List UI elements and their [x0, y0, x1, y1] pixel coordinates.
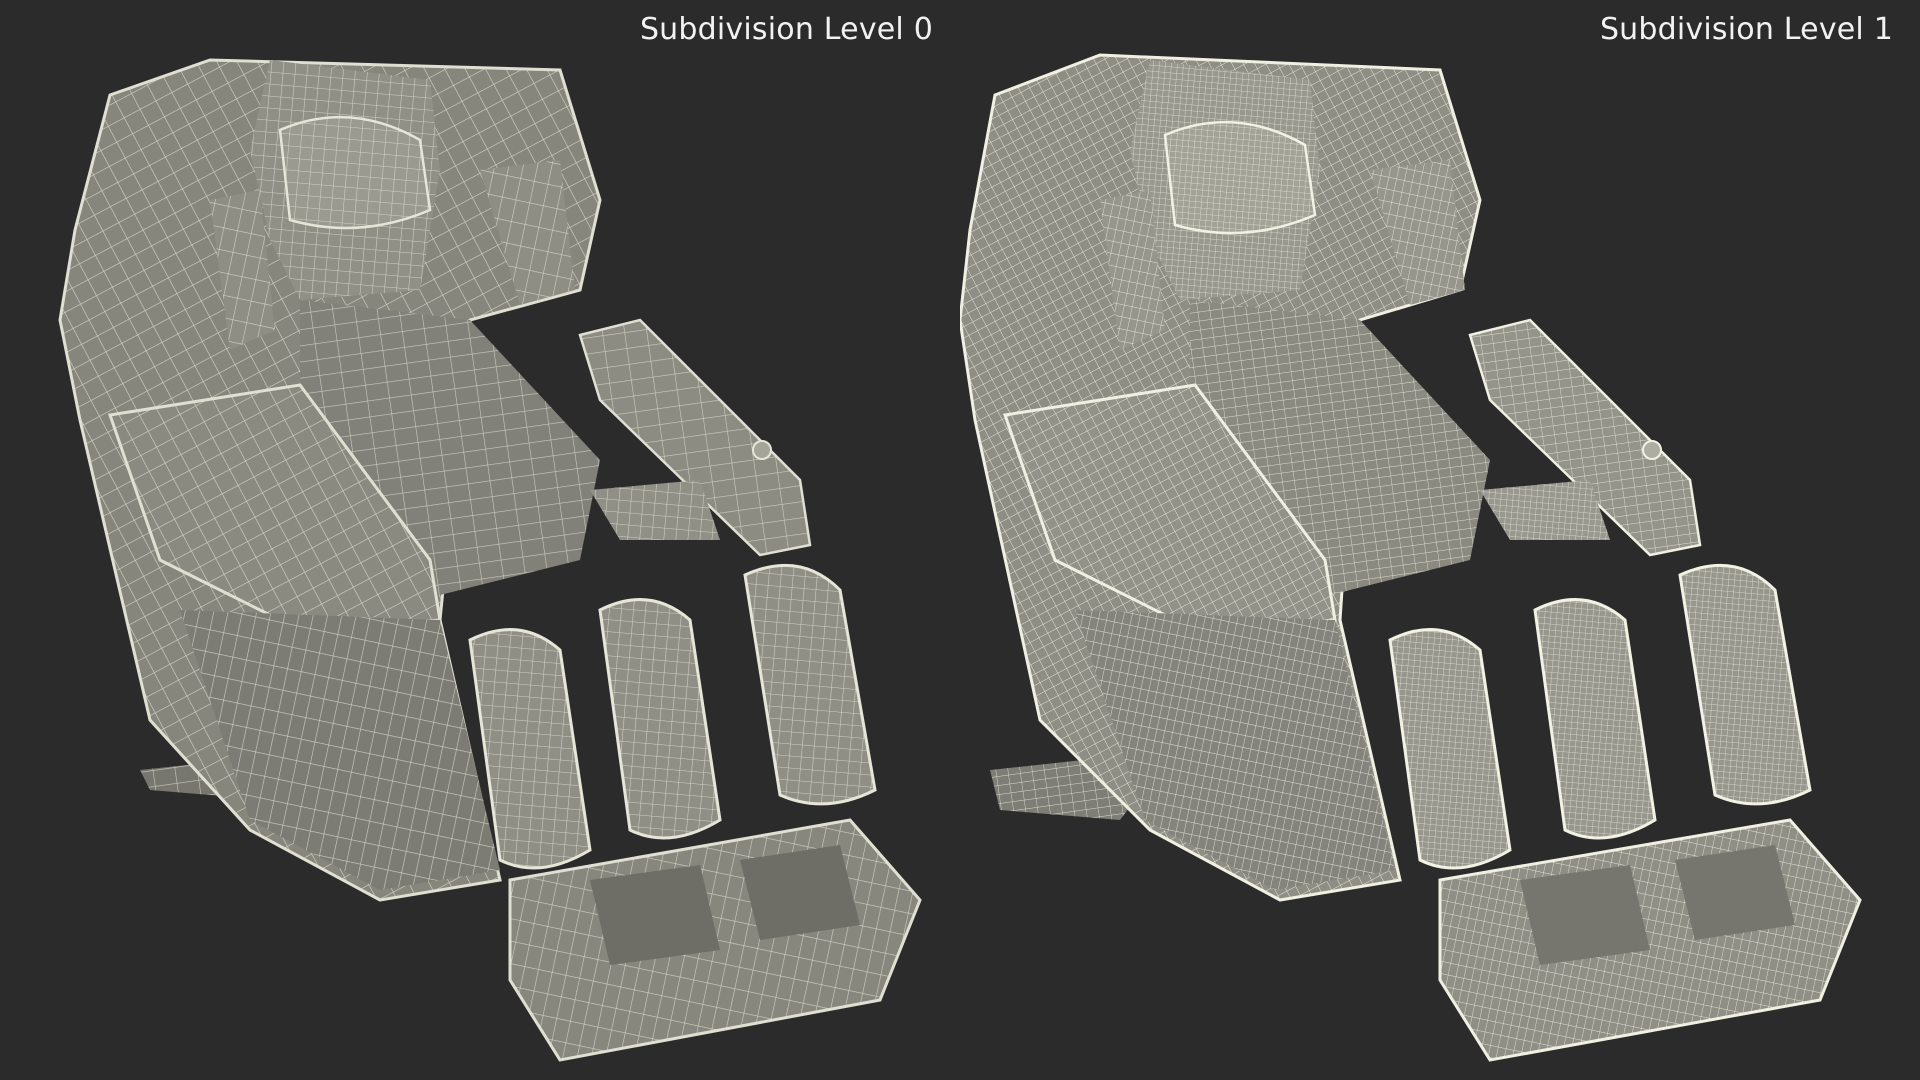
armrest [1468, 318, 1702, 557]
panel-subdivision-level-0: Subdivision Level 0 [0, 0, 960, 1080]
calf-pods [468, 563, 877, 870]
footrest [1438, 818, 1862, 1062]
caption-subdivision-level-1: Subdivision Level 1 [1599, 12, 1893, 47]
panel-subdivision-level-1: Subdivision Level 1 [960, 0, 1920, 1080]
render-canvas: Subdivision Level 0 Subdivision Level 1 [0, 0, 1920, 1080]
armrest [578, 318, 812, 557]
massage-chair-wireframe-level-0 [58, 58, 922, 1062]
massage-chair-wireframe-level-1 [960, 53, 1862, 1062]
calf-pods [1388, 563, 1812, 870]
caption-subdivision-level-0: Subdivision Level 0 [639, 12, 933, 47]
